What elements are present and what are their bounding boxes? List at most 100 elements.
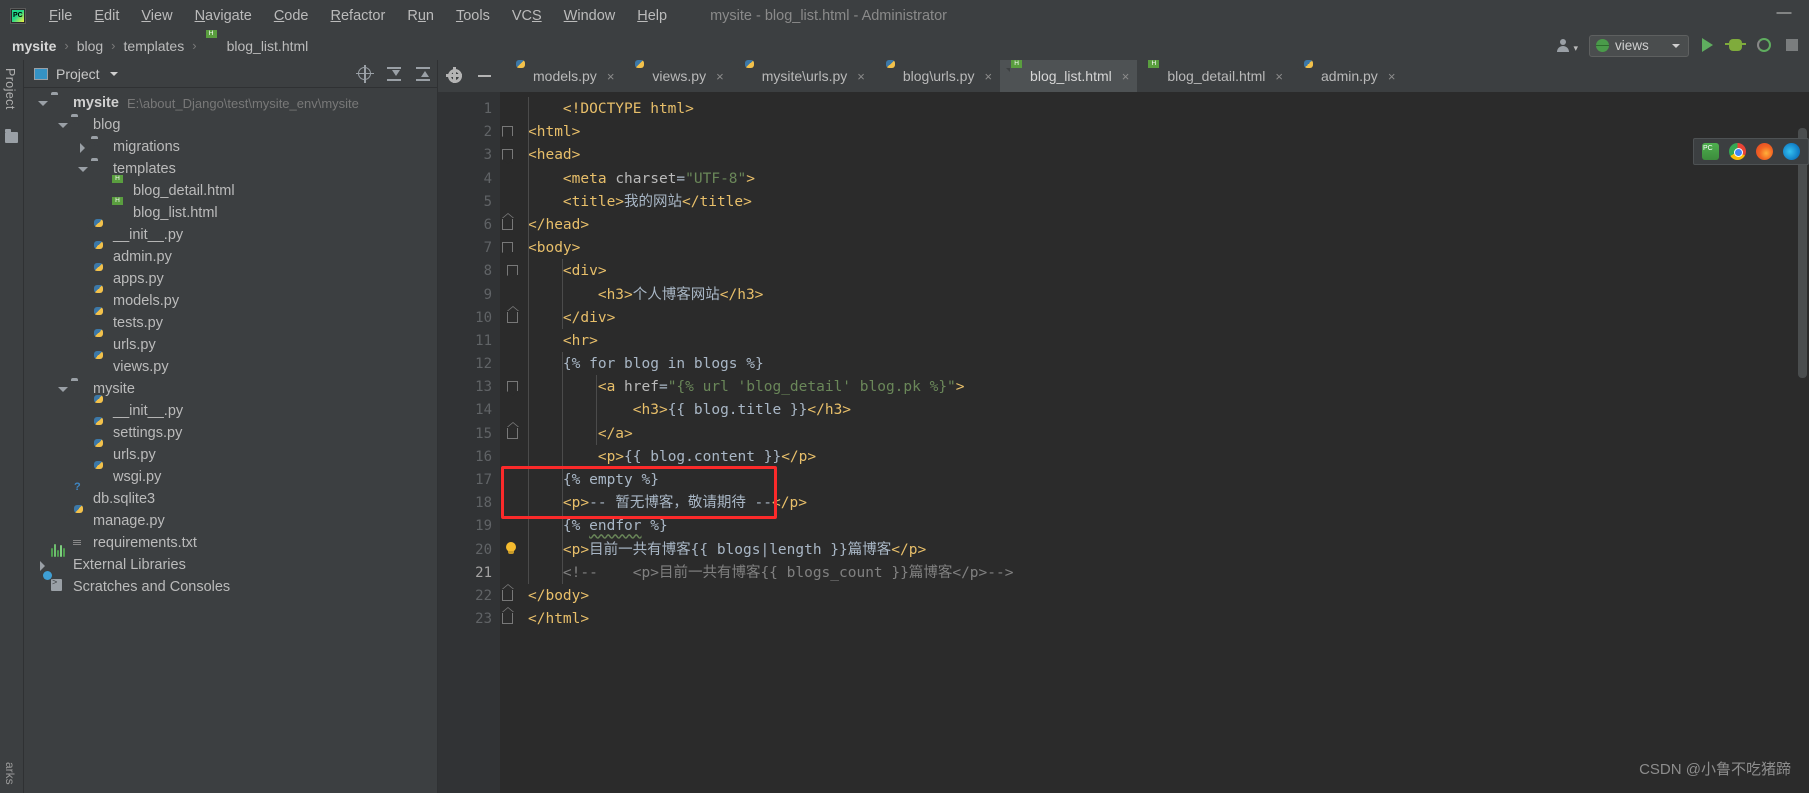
close-icon[interactable]: × <box>607 69 615 84</box>
fold-row[interactable] <box>500 168 528 191</box>
tree-item-blog-list-html[interactable]: blog_list.html <box>24 202 437 224</box>
breadcrumb[interactable]: mysite › blog › templates › blog_list.html <box>12 38 308 54</box>
menu-item-help[interactable]: Help <box>626 5 678 27</box>
user-settings-icon[interactable]: ▾ <box>1556 37 1580 55</box>
code-fold-column[interactable] <box>500 92 528 793</box>
chevron-down-icon[interactable] <box>36 97 49 110</box>
tree-item-templates[interactable]: templates <box>24 158 437 180</box>
tree-item-requirements-txt[interactable]: requirements.txt <box>24 532 437 554</box>
code-line[interactable]: <meta charset="UTF-8"> <box>528 168 1809 191</box>
intention-bulb-icon[interactable] <box>505 541 517 555</box>
menu-item-refactor[interactable]: Refactor <box>320 5 397 27</box>
tree-item-urls-py[interactable]: urls.py <box>24 334 437 356</box>
breadcrumb-item-templates[interactable]: templates <box>124 38 185 54</box>
chevron-right-icon[interactable] <box>76 141 89 154</box>
fold-row[interactable] <box>500 421 528 446</box>
menu-item-run[interactable]: Run <box>396 5 445 27</box>
fold-row[interactable] <box>500 446 528 469</box>
run-button[interactable] <box>1698 36 1717 55</box>
fold-row[interactable] <box>500 121 528 144</box>
fold-open-icon[interactable] <box>502 126 514 143</box>
fold-row[interactable] <box>500 98 528 121</box>
editor-tabs[interactable]: models.py × views.py × mysite\urls.py × blog\u… <box>503 60 1403 92</box>
fold-row[interactable] <box>500 399 528 422</box>
close-icon[interactable]: × <box>1122 69 1130 84</box>
fold-row[interactable] <box>500 305 528 330</box>
menu-item-view[interactable]: View <box>130 5 183 27</box>
tree-item-settings-py[interactable]: settings.py <box>24 422 437 444</box>
fold-row[interactable] <box>500 353 528 376</box>
browser-preview-strip[interactable] <box>1693 138 1809 165</box>
menu-item-edit[interactable]: Edit <box>83 5 130 27</box>
tree-item-db-sqlite3[interactable]: db.sqlite3 <box>24 488 437 510</box>
fold-row[interactable] <box>500 539 528 562</box>
fold-row[interactable] <box>500 144 528 167</box>
editor-tab-blog-detail-html[interactable]: blog_detail.html × <box>1137 60 1291 92</box>
fold-open-icon[interactable] <box>507 265 519 282</box>
editor-tab-admin-py[interactable]: admin.py × <box>1291 60 1403 92</box>
ie-browser-icon[interactable] <box>1702 143 1719 160</box>
code-content[interactable]: <!DOCTYPE html> <html> <head> <meta charse… <box>528 92 1809 793</box>
edge-browser-icon[interactable] <box>1783 143 1800 160</box>
breadcrumb-item-file[interactable]: blog_list.html <box>205 38 309 54</box>
fold-row[interactable] <box>500 583 528 608</box>
fold-row[interactable] <box>500 191 528 214</box>
tree-item---init---py[interactable]: __init__.py <box>24 224 437 246</box>
run-configuration-selector[interactable]: views <box>1589 34 1689 57</box>
structure-folder-icon[interactable] <box>5 129 18 143</box>
fold-row[interactable] <box>500 260 528 283</box>
fold-open-icon[interactable] <box>507 381 519 398</box>
tree-item-admin-py[interactable]: admin.py <box>24 246 437 268</box>
chevron-right-icon[interactable] <box>36 559 49 572</box>
fold-close-icon[interactable] <box>502 212 514 230</box>
chevron-down-icon[interactable] <box>76 163 89 176</box>
editor-scrollbar[interactable] <box>1796 124 1809 793</box>
editor-tab-models-py[interactable]: models.py × <box>503 60 622 92</box>
tree-item---init---py[interactable]: __init__.py <box>24 400 437 422</box>
code-line[interactable]: </html> <box>528 608 1809 631</box>
close-icon[interactable]: × <box>1275 69 1283 84</box>
code-line[interactable]: <p>目前一共有博客{{ blogs|length }}篇博客</p> <box>528 539 1809 562</box>
editor-tab-blog-list-html[interactable]: blog_list.html × <box>1000 60 1138 92</box>
chevron-down-icon[interactable] <box>56 383 69 396</box>
tree-item-external libraries[interactable]: External Libraries <box>24 544 437 576</box>
fold-open-icon[interactable] <box>502 149 514 166</box>
code-line[interactable]: <p>-- 暂无博客，敬请期待 --</p> <box>528 492 1809 515</box>
breadcrumb-item-blog[interactable]: blog <box>77 38 103 54</box>
menu-item-file[interactable]: File <box>38 5 83 27</box>
fold-row[interactable] <box>500 492 528 515</box>
code-line[interactable]: <h3>个人博客网站</h3> <box>528 284 1809 307</box>
fold-row[interactable] <box>500 376 528 399</box>
firefox-browser-icon[interactable] <box>1756 143 1773 160</box>
code-line[interactable]: <body> <box>528 237 1809 260</box>
tree-item-urls-py[interactable]: urls.py <box>24 444 437 466</box>
editor-tab-mysite-urls-py[interactable]: mysite\urls.py × <box>732 60 873 92</box>
code-line[interactable]: <title>我的网站</title> <box>528 191 1809 214</box>
code-line[interactable]: </a> <box>528 423 1809 446</box>
project-tree[interactable]: mysite E:\about_Django\test\mysite_env\my… <box>24 88 437 793</box>
debug-button[interactable] <box>1725 36 1746 55</box>
fold-row[interactable] <box>500 330 528 353</box>
fold-row[interactable] <box>500 562 528 585</box>
code-line[interactable]: {% empty %} <box>528 469 1809 492</box>
scrollbar-thumb[interactable] <box>1798 128 1807 378</box>
code-line[interactable]: {% endfor %} <box>528 515 1809 538</box>
fold-close-icon[interactable] <box>507 305 519 323</box>
minimize-button[interactable]: — <box>1775 5 1793 22</box>
tree-item-models-py[interactable]: models.py <box>24 290 437 312</box>
coverage-button[interactable] <box>1754 36 1773 55</box>
code-line[interactable]: <head> <box>528 144 1809 167</box>
tree-item-blog-detail-html[interactable]: blog_detail.html <box>24 180 437 202</box>
tree-item-apps-py[interactable]: apps.py <box>24 268 437 290</box>
stop-button[interactable] <box>1782 36 1801 55</box>
code-line[interactable]: <div> <box>528 260 1809 283</box>
fold-close-icon[interactable] <box>507 421 519 439</box>
fold-close-icon[interactable] <box>502 607 514 625</box>
fold-row[interactable] <box>500 469 528 492</box>
collapse-all-icon[interactable] <box>415 66 431 82</box>
close-icon[interactable]: × <box>984 69 992 84</box>
code-line[interactable]: {% for blog in blogs %} <box>528 353 1809 376</box>
gear-icon[interactable] <box>446 67 462 83</box>
close-icon[interactable]: × <box>716 69 724 84</box>
code-line[interactable]: <!DOCTYPE html> <box>528 98 1809 121</box>
